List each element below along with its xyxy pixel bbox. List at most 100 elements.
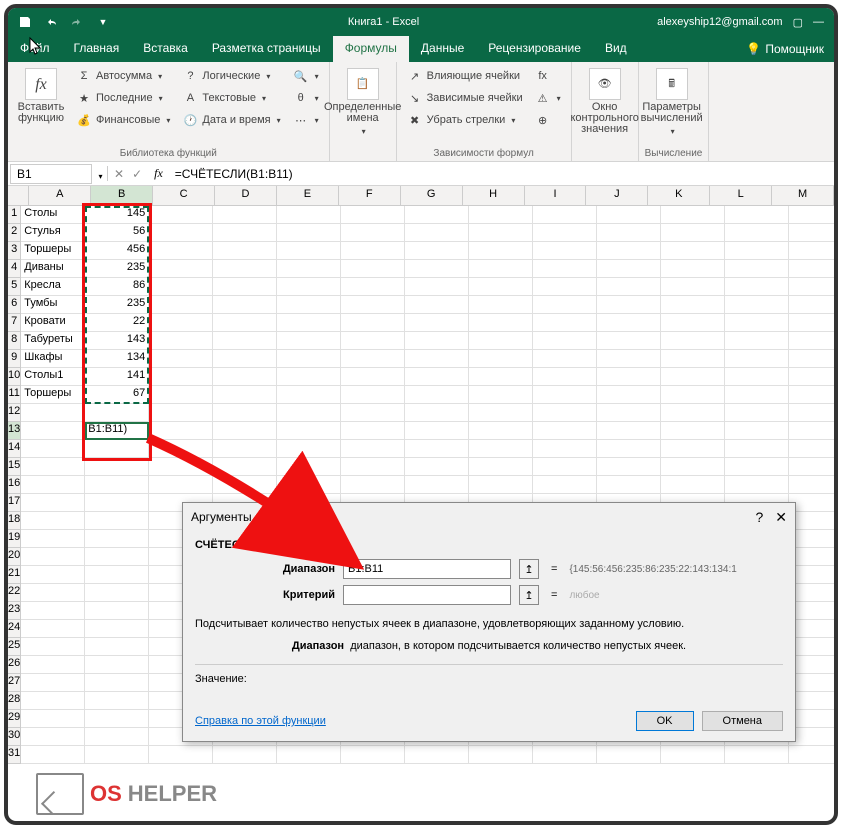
- cell[interactable]: [469, 224, 533, 242]
- cell[interactable]: [85, 566, 149, 584]
- cell[interactable]: [85, 602, 149, 620]
- insert-function-button[interactable]: fx Вставить функцию: [14, 66, 68, 146]
- cell[interactable]: [21, 692, 85, 710]
- cell[interactable]: [405, 278, 469, 296]
- cell[interactable]: [213, 350, 277, 368]
- cell[interactable]: [405, 422, 469, 440]
- cell[interactable]: [789, 656, 838, 674]
- cell[interactable]: [661, 332, 725, 350]
- cell[interactable]: [789, 548, 838, 566]
- cell[interactable]: [789, 638, 838, 656]
- cell[interactable]: [149, 440, 213, 458]
- financial-button[interactable]: 💰Финансовые▾: [72, 110, 174, 130]
- cell[interactable]: [277, 350, 341, 368]
- cell[interactable]: [661, 260, 725, 278]
- cell[interactable]: [789, 530, 838, 548]
- cell[interactable]: Торшеры: [21, 386, 85, 404]
- cell[interactable]: [405, 350, 469, 368]
- cell[interactable]: [597, 458, 661, 476]
- cell[interactable]: 141: [85, 368, 149, 386]
- cell[interactable]: [725, 332, 789, 350]
- cell[interactable]: [405, 224, 469, 242]
- cell[interactable]: [213, 206, 277, 224]
- cell[interactable]: [533, 260, 597, 278]
- cell[interactable]: [405, 260, 469, 278]
- col-header[interactable]: A: [29, 186, 91, 205]
- cell[interactable]: [469, 440, 533, 458]
- cell[interactable]: [21, 638, 85, 656]
- autosum-button[interactable]: ΣАвтосумма▾: [72, 66, 174, 86]
- cell[interactable]: [405, 458, 469, 476]
- cell[interactable]: [789, 620, 838, 638]
- cell[interactable]: [149, 476, 213, 494]
- cell[interactable]: 235: [85, 296, 149, 314]
- cell[interactable]: [597, 386, 661, 404]
- cell[interactable]: [469, 422, 533, 440]
- cell[interactable]: [469, 332, 533, 350]
- row-header[interactable]: 30: [8, 728, 21, 746]
- col-header[interactable]: B: [91, 186, 153, 205]
- cell[interactable]: [149, 206, 213, 224]
- cell[interactable]: [661, 404, 725, 422]
- select-all-corner[interactable]: [8, 186, 29, 205]
- cell[interactable]: [789, 512, 838, 530]
- cell[interactable]: [149, 296, 213, 314]
- cell[interactable]: [405, 476, 469, 494]
- row-header[interactable]: 4: [8, 260, 21, 278]
- cell[interactable]: [277, 224, 341, 242]
- cell[interactable]: [597, 350, 661, 368]
- cell[interactable]: [405, 296, 469, 314]
- evaluate-button[interactable]: ⊕: [531, 110, 565, 130]
- tab-data[interactable]: Данные: [409, 36, 476, 62]
- row-header[interactable]: 27: [8, 674, 21, 692]
- cell[interactable]: [21, 566, 85, 584]
- cell[interactable]: [789, 332, 838, 350]
- cell[interactable]: [213, 296, 277, 314]
- cell[interactable]: [789, 350, 838, 368]
- cell[interactable]: Кровати: [21, 314, 85, 332]
- cell[interactable]: [597, 332, 661, 350]
- col-header[interactable]: C: [153, 186, 215, 205]
- cell[interactable]: [789, 368, 838, 386]
- cell[interactable]: [725, 746, 789, 764]
- cell[interactable]: [21, 746, 85, 764]
- calc-options-button[interactable]: 🖩 Параметры вычислений▾: [645, 66, 699, 146]
- cell[interactable]: [341, 296, 405, 314]
- cell[interactable]: [789, 692, 838, 710]
- col-header[interactable]: G: [401, 186, 463, 205]
- cell[interactable]: Табуреты: [21, 332, 85, 350]
- cell[interactable]: [661, 296, 725, 314]
- cell[interactable]: [789, 206, 838, 224]
- cell[interactable]: [341, 368, 405, 386]
- cell[interactable]: [661, 458, 725, 476]
- cell[interactable]: [341, 278, 405, 296]
- cell[interactable]: [341, 746, 405, 764]
- minimize-icon[interactable]: —: [813, 16, 824, 28]
- trace-dependents-button[interactable]: ↘Зависимые ячейки: [403, 88, 527, 108]
- cell[interactable]: 56: [85, 224, 149, 242]
- row-header[interactable]: 21: [8, 566, 21, 584]
- range-input[interactable]: B1:B11: [343, 559, 511, 579]
- cell[interactable]: [533, 404, 597, 422]
- row-header[interactable]: 17: [8, 494, 21, 512]
- row-header[interactable]: 18: [8, 512, 21, 530]
- cell[interactable]: [149, 746, 213, 764]
- name-box-dropdown[interactable]: ▾: [94, 166, 108, 181]
- undo-icon[interactable]: [40, 11, 62, 33]
- cell[interactable]: [85, 404, 149, 422]
- cell[interactable]: [725, 278, 789, 296]
- cell[interactable]: [149, 314, 213, 332]
- cell[interactable]: [533, 224, 597, 242]
- cell[interactable]: [277, 422, 341, 440]
- cell[interactable]: [661, 314, 725, 332]
- cell[interactable]: [597, 260, 661, 278]
- tell-me[interactable]: 💡 Помощник: [736, 36, 834, 62]
- cell[interactable]: [149, 260, 213, 278]
- cell[interactable]: 145: [85, 206, 149, 224]
- cell[interactable]: [789, 584, 838, 602]
- cell[interactable]: [149, 224, 213, 242]
- cell[interactable]: [469, 296, 533, 314]
- cell[interactable]: [789, 746, 838, 764]
- cell[interactable]: [213, 332, 277, 350]
- cell[interactable]: [21, 674, 85, 692]
